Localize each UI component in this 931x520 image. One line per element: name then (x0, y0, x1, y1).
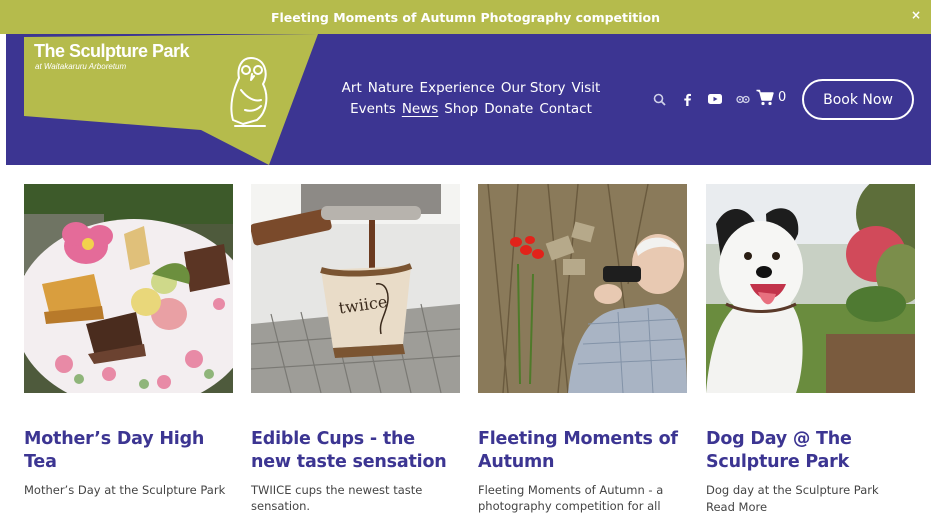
post-title[interactable]: Edible Cups - the new taste sensation (251, 428, 460, 474)
post-title[interactable]: Fleeting Moments of Autumn (478, 428, 687, 474)
post-image-edible-cup[interactable]: twiice (251, 184, 460, 393)
post-excerpt: Dog day at the Sculpture Park (706, 483, 879, 497)
announcement-bar: Fleeting Moments of Autumn Photography c… (0, 0, 931, 34)
nav-item-contact[interactable]: Contact (539, 99, 592, 120)
nav-item-our-story[interactable]: Our Story (501, 78, 566, 99)
read-more-link[interactable]: Read More (706, 499, 915, 515)
logo-subtitle: at Waitakaruru Arboretum (35, 62, 127, 71)
youtube-icon[interactable] (707, 91, 723, 107)
header-icons (651, 91, 751, 107)
nav-item-experience[interactable]: Experience (420, 78, 495, 99)
post-card-edible-cups: twiice Edible Cups - the new taste sensa… (251, 184, 460, 514)
nav-item-shop[interactable]: Shop (444, 99, 478, 120)
nav-item-donate[interactable]: Donate (484, 99, 533, 120)
nav-item-nature[interactable]: Nature (368, 78, 414, 99)
cart-count: 0 (778, 90, 787, 105)
tripadvisor-icon[interactable] (735, 91, 751, 107)
post-excerpt: Fleeting Moments of Autumn - a photograp… (478, 483, 664, 513)
post-title[interactable]: Mother’s Day High Tea (24, 428, 233, 474)
cart-button[interactable]: 0 (756, 89, 786, 106)
nav-item-art[interactable]: Art (342, 78, 362, 99)
search-icon[interactable] (651, 91, 667, 107)
announcement-text[interactable]: Fleeting Moments of Autumn Photography c… (271, 10, 660, 25)
cart-icon (756, 89, 774, 106)
post-image-dog[interactable] (706, 184, 915, 393)
main-nav: Art Nature Experience Our Story Visit Ev… (328, 78, 614, 120)
nav-item-news[interactable]: News (402, 99, 438, 120)
book-now-button[interactable]: Book Now (802, 79, 914, 120)
nav-item-visit[interactable]: Visit (572, 78, 601, 99)
post-excerpt: Mother’s Day at the Sculpture Park (24, 483, 226, 497)
post-excerpt: TWIICE cups the newest taste sensation. (251, 483, 423, 513)
post-image-high-tea[interactable] (24, 184, 233, 393)
nav-row-1: Art Nature Experience Our Story Visit (328, 78, 614, 99)
owl-logo-icon (230, 57, 268, 127)
nav-row-2: Events News Shop Donate Contact (328, 99, 614, 120)
post-title[interactable]: Dog Day @ The Sculpture Park (706, 428, 915, 474)
post-card-dog-day: Dog Day @ The Sculpture Park Dog day at … (706, 184, 915, 515)
facebook-icon[interactable] (679, 91, 695, 107)
post-card-mothers-day: Mother’s Day High Tea Mother’s Day at th… (24, 184, 233, 498)
post-card-fleeting-moments: Fleeting Moments of Autumn Fleeting Mome… (478, 184, 687, 514)
post-image-photographer[interactable] (478, 184, 687, 393)
nav-item-events[interactable]: Events (350, 99, 396, 120)
close-announcement-button[interactable]: × (911, 8, 921, 22)
logo-title[interactable]: The Sculpture Park (34, 41, 190, 62)
site-header: The Sculpture Park at Waitakaruru Arbore… (6, 34, 931, 165)
